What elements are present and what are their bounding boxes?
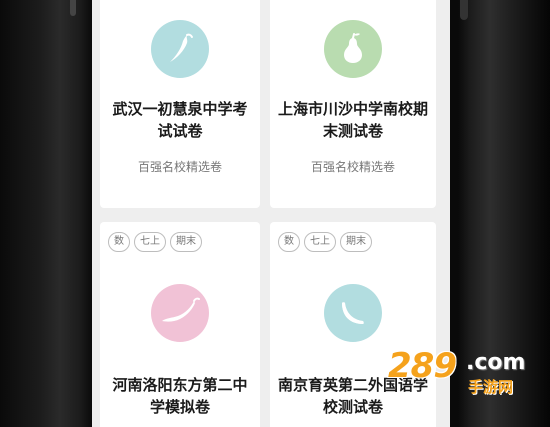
- exam-title: 武汉一初慧泉中学考试试卷: [112, 100, 248, 140]
- cucumber-slice-icon: [324, 284, 382, 342]
- subject-tag: 数: [108, 232, 130, 252]
- exam-subtitle: 百强名校精选卷: [310, 160, 395, 174]
- watermark-sub: 手游网: [468, 378, 514, 396]
- watermark-domain: .com: [466, 350, 526, 375]
- subject-tag: 数: [278, 232, 300, 252]
- exam-subtitle: 百强名校精选卷: [137, 160, 222, 174]
- chili-pepper-icon: [151, 20, 209, 78]
- pear-icon: [324, 20, 382, 78]
- phone-side-button: [70, 0, 76, 16]
- exam-card[interactable]: 上海市川沙中学南校期末测试卷 百强名校精选卷: [270, 0, 436, 208]
- exam-title: 河南洛阳东方第二中学模拟卷: [112, 376, 248, 416]
- exam-card[interactable]: 武汉一初慧泉中学考试试卷 百强名校精选卷: [100, 0, 260, 208]
- exam-title: 上海市川沙中学南校期末测试卷: [277, 100, 428, 140]
- term-tag: 期末: [170, 232, 202, 252]
- tag-list: 数 七上 期末: [108, 232, 202, 252]
- site-watermark-logo: 289 .com 手游网: [388, 346, 548, 406]
- exam-card[interactable]: 数 七上 期末 河南洛阳东方第二中学模拟卷: [100, 222, 260, 427]
- chili-pepper-icon: [151, 284, 209, 342]
- grade-tag: 七上: [134, 232, 166, 252]
- watermark-digits: 289: [388, 346, 457, 386]
- phone-frame: 武汉一初慧泉中学考试试卷 百强名校精选卷 上海市川沙中学南校期末测试卷 百强名校…: [0, 0, 550, 427]
- term-tag: 期末: [340, 232, 372, 252]
- phone-side-button-right: [460, 0, 468, 20]
- tag-list: 数 七上 期末: [278, 232, 372, 252]
- grade-tag: 七上: [304, 232, 336, 252]
